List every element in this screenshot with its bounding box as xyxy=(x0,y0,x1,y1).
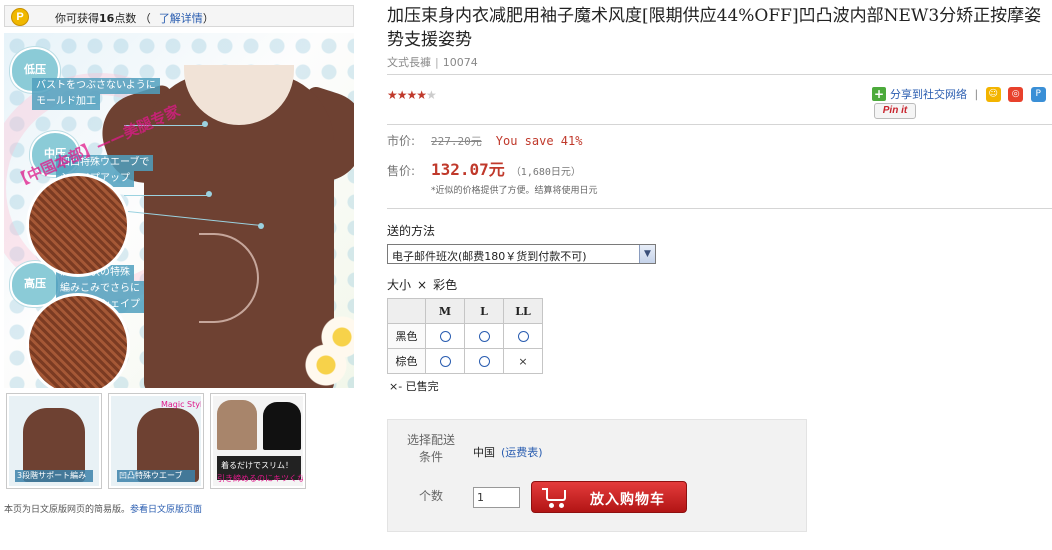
table-corner xyxy=(387,298,426,324)
stock-cell[interactable] xyxy=(425,348,465,374)
knit-closeup-circle xyxy=(26,293,130,388)
smiley-icon[interactable]: ☺ xyxy=(985,86,1001,102)
rating-stars: ★★★★★ xyxy=(387,88,437,102)
thumbnail-2[interactable]: Magic Style 凹凸特殊ウエーブ xyxy=(108,393,204,489)
points-text: 你可获得16点数 （了解详情） xyxy=(55,12,214,25)
quantity-label: 个数 xyxy=(418,489,443,503)
list-price: 227.20元 xyxy=(431,135,482,148)
shipping-method-select[interactable]: 电子邮件班次(邮费180￥货到付款不可) ▼ xyxy=(387,244,656,264)
color-row-label: 黑色 xyxy=(387,323,426,349)
available-radio[interactable] xyxy=(478,356,490,367)
thumb-caption: 凹凸特殊ウエーブ xyxy=(117,470,195,482)
size-header: LL xyxy=(503,298,543,324)
original-page-link[interactable]: 参看日文原版页面 xyxy=(130,505,202,515)
knit-closeup-circle xyxy=(26,173,130,277)
table-row: 黑色 xyxy=(387,323,543,349)
available-radio[interactable] xyxy=(439,356,451,367)
size-color-heading: 大小 × 彩色 xyxy=(387,278,458,292)
thumb-caption: 着るだけでスリム！ xyxy=(221,461,293,470)
available-radio[interactable] xyxy=(478,331,490,342)
share-area: + 分享到社交网络 | ☺ ◎ P xyxy=(872,86,1046,102)
table-row: 棕色 × xyxy=(387,348,543,374)
callout-line: バストをつぶさないように xyxy=(32,78,160,94)
thumbnail-1[interactable]: 3段階サポート編み xyxy=(6,393,102,489)
points-count: 16 xyxy=(99,12,115,25)
add-to-cart-panel: 选择配送 条件 中国 (运费表) 个数 1 放入购物车 xyxy=(387,419,807,532)
quantity-input[interactable]: 1 xyxy=(473,487,520,508)
product-meta: 文式長褲 | 10074 xyxy=(387,56,478,69)
add-to-cart-label: 放入购物车 xyxy=(590,492,665,508)
size-header: L xyxy=(464,298,504,324)
share-divider: | xyxy=(974,87,979,100)
callout-line: モールド加工 xyxy=(32,94,100,110)
shipping-selected-value: 电子邮件班次(邮费180￥货到付款不可) xyxy=(392,250,587,263)
sold-out-legend: ×- 已售完 xyxy=(389,380,439,393)
sale-price: 132.07元 xyxy=(431,160,505,179)
available-radio[interactable] xyxy=(517,331,529,342)
thumb-black-shirt xyxy=(263,402,301,450)
size-header: M xyxy=(425,298,465,324)
delivery-condition-label: 选择配送 条件 xyxy=(406,433,455,464)
yen-price: （1,680日元） xyxy=(510,167,581,178)
sold-out-mark: × xyxy=(518,354,528,368)
thumb-beige-shirt xyxy=(217,400,257,450)
list-price-row: 市价: 227.20元 You save 41% xyxy=(387,134,583,148)
share-link[interactable]: 分享到社交网络 xyxy=(890,88,967,101)
product-title: 加压束身内衣减肥用袖子魔术风度[限期供应44%OFF]凹凸波内部NEW3分矫正按… xyxy=(387,6,1042,50)
guide-line xyxy=(124,195,208,196)
pointer-dot xyxy=(202,121,208,127)
stock-cell[interactable] xyxy=(464,323,504,349)
share-plus-icon[interactable]: + xyxy=(872,87,886,101)
pointer-dot xyxy=(206,191,212,197)
add-to-cart-button[interactable]: 放入购物车 xyxy=(531,481,687,513)
stock-cell: × xyxy=(503,348,543,374)
daisy-decoration xyxy=(304,343,348,387)
thumbnail-3[interactable]: 着るだけでスリム！ 引き締めるのにキツくない！ xyxy=(210,393,306,489)
sale-price-row: 售价: 132.07元 （1,680日元） xyxy=(387,160,581,179)
divider xyxy=(387,208,1052,209)
points-bar: P 你可获得16点数 （了解详情） xyxy=(4,5,354,27)
divider xyxy=(387,74,1052,75)
delivery-country: 中国 (运费表) xyxy=(473,446,543,459)
thumb-bottom-caption: 引き締めるのにキツくない！ xyxy=(217,474,303,483)
main-product-image[interactable]: 低压 中压 高压 バストをつぶさないように モールド加工 凹凸特殊ウエーブで シ… xyxy=(4,33,354,388)
stock-cell[interactable] xyxy=(425,323,465,349)
points-details-link[interactable]: 了解详情 xyxy=(159,12,203,25)
shop-name: 文式長褲 xyxy=(387,56,431,69)
points-coin-icon: P xyxy=(11,8,29,26)
shopping-cart-icon xyxy=(542,488,568,508)
chevron-down-icon[interactable]: ▼ xyxy=(639,245,655,263)
stock-cell[interactable] xyxy=(464,348,504,374)
price-note: *近似的价格提供了方便。结算将使用日元 xyxy=(431,186,598,196)
stock-table: M L LL 黑色 棕色 × xyxy=(387,298,543,374)
pinit-button[interactable]: Pin it xyxy=(874,103,916,119)
stock-cell[interactable] xyxy=(503,323,543,349)
shipping-fee-table-link[interactable]: (运费表) xyxy=(501,446,543,459)
divider xyxy=(387,124,1052,125)
thumb-title: Magic Style xyxy=(161,400,201,409)
p-icon[interactable]: P xyxy=(1030,86,1046,102)
weibo-icon[interactable]: ◎ xyxy=(1008,86,1024,102)
color-row-label: 棕色 xyxy=(387,348,426,374)
available-radio[interactable] xyxy=(439,331,451,342)
thumb-caption: 3段階サポート編み xyxy=(15,470,93,482)
footer-note: 本页为日文原版网页的简易版。参看日文原版页面 xyxy=(4,505,203,515)
save-percent: You save 41% xyxy=(495,134,583,148)
product-id: 10074 xyxy=(442,56,478,69)
shipping-method-label: 送的方法 xyxy=(387,224,436,238)
